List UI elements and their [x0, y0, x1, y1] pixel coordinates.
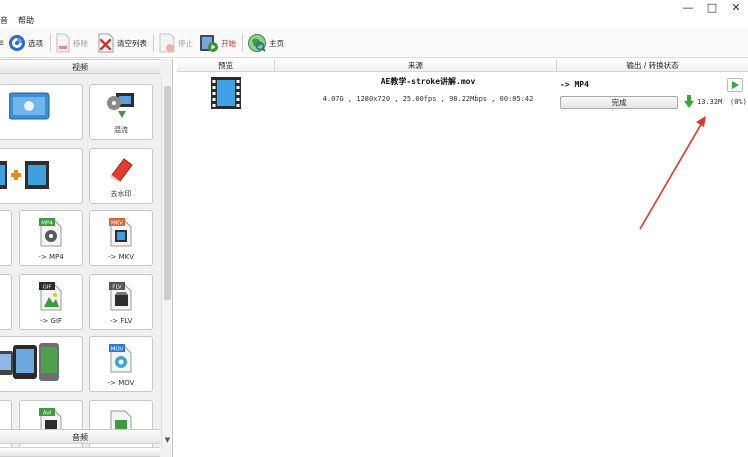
- svg-text:MOV: MOV: [111, 346, 124, 352]
- tile-remove-watermark[interactable]: 去水印: [89, 148, 153, 204]
- mobile-devices-icon: [0, 343, 59, 381]
- tile-to-mp4[interactable]: MP4 -> MP4: [19, 210, 83, 266]
- mp4-file-icon: MP4: [39, 218, 62, 247]
- options-button[interactable]: 选项: [8, 31, 43, 55]
- tile-mux[interactable]: 混流: [89, 84, 153, 140]
- remove-button[interactable]: 移除: [55, 31, 88, 55]
- video-section-header[interactable]: 视频: [0, 59, 160, 74]
- svg-text:MP4: MP4: [41, 220, 53, 226]
- toolbar-separator: [50, 34, 51, 52]
- eraser-icon: [110, 158, 133, 182]
- tile-partial[interactable]: [0, 274, 12, 330]
- svg-text:MKV: MKV: [111, 220, 123, 226]
- mov-file-icon: MOV: [109, 344, 132, 373]
- start-button[interactable]: 开始: [199, 31, 236, 55]
- menu-item-view[interactable]: 音: [0, 14, 8, 28]
- maximize-button[interactable]: □: [700, 0, 724, 18]
- svg-text:AVI: AVI: [43, 410, 52, 416]
- join-video-icon: [0, 161, 49, 189]
- scroll-down-arrow-icon[interactable]: ▼: [162, 435, 172, 446]
- next-section-header[interactable]: [0, 447, 160, 457]
- tile-partial[interactable]: [0, 210, 12, 266]
- scrollbar-thumb[interactable]: [164, 86, 171, 300]
- stop-icon: [159, 33, 175, 53]
- options-icon: [9, 35, 25, 51]
- tile-to-gif[interactable]: GIF -> GIF: [19, 274, 83, 330]
- annotation-arrow: [639, 116, 706, 230]
- home-button[interactable]: 主页: [247, 31, 284, 55]
- tile-to-mov[interactable]: MOV -> MOV: [89, 336, 153, 392]
- clear-list-icon: [98, 33, 114, 53]
- tile-mobile-devices[interactable]: [0, 336, 83, 392]
- stop-button[interactable]: 停止: [158, 31, 193, 55]
- tile-video-join[interactable]: [0, 148, 83, 204]
- tile-all-to-video[interactable]: [0, 84, 83, 140]
- mux-film-icon: [107, 93, 134, 118]
- toolbar-separator: [242, 34, 243, 52]
- tile-to-flv[interactable]: FLV -> FLV: [89, 274, 153, 330]
- flv-file-icon: FLV: [109, 282, 132, 311]
- gif-file-icon: GIF: [39, 282, 62, 311]
- minimize-button[interactable]: —: [676, 0, 700, 18]
- task-list: 预览 来源 输出 / 转换状态 AE教学-stroke讲解.mov 4.07G …: [177, 59, 748, 457]
- window-controls: — □ ✕: [676, 0, 748, 18]
- home-globe-icon: [248, 34, 266, 52]
- menu-item-help[interactable]: 帮助: [18, 14, 34, 28]
- close-button[interactable]: ✕: [724, 0, 748, 18]
- left-panel-scrollbar[interactable]: ▼: [161, 74, 172, 446]
- tile-to-mkv[interactable]: MKV -> MKV: [89, 210, 153, 266]
- remove-icon: [56, 33, 70, 53]
- video-device-icon: [9, 92, 50, 120]
- toolbar-separator: [153, 34, 154, 52]
- mkv-file-icon: MKV: [109, 218, 132, 247]
- toolbar-partial-button[interactable]: ≡: [0, 31, 4, 55]
- menu-bar: 音 帮助: [0, 14, 44, 28]
- partial-icon: ≡: [0, 37, 5, 49]
- svg-text:FLV: FLV: [112, 284, 122, 290]
- toolbar: ≡ 选项 移除 清空列表 停止 开始 主页: [0, 28, 748, 58]
- conversion-panel: 视频 混流 去水印 MP4 -> MP4 MKV -> MKV GIF -> G…: [0, 59, 173, 457]
- clear-list-button[interactable]: 清空列表: [97, 31, 147, 55]
- svg-text:GIF: GIF: [42, 284, 51, 290]
- start-icon: [200, 35, 218, 52]
- audio-section-header[interactable]: 音频: [0, 429, 160, 444]
